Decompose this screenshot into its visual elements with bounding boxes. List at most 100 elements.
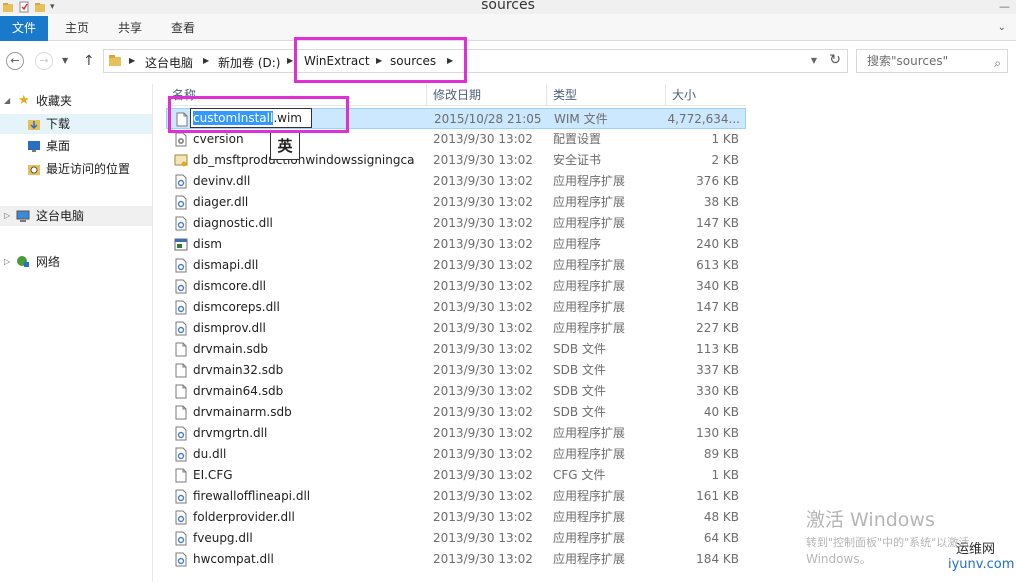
table-row[interactable]: dismcoreps.dll 2013/9/30 13:02 应用程序扩展 147 K… <box>166 297 746 318</box>
file-type: 应用程序扩展 <box>553 300 626 314</box>
tab-view[interactable]: 查看 <box>171 16 195 41</box>
breadcrumb-this-pc[interactable]: 这台电脑 <box>145 54 193 71</box>
rename-input[interactable]: customInstall.wim <box>190 108 312 128</box>
chevron-right-icon[interactable]: ▶ <box>447 56 453 65</box>
sidebar-item-this-pc[interactable]: ▷ 这台电脑 <box>0 206 152 226</box>
file-size: 613 KB <box>696 258 739 272</box>
chevron-right-icon[interactable]: ▶ <box>129 56 135 65</box>
table-row[interactable]: drvmain64.sdb 2013/9/30 13:02 SDB 文件 330 KB <box>166 381 746 402</box>
table-row[interactable]: hwcompat.dll 2013/9/30 13:02 应用程序扩展 184 KB <box>166 549 746 570</box>
file-name: drvmain.sdb <box>193 342 268 356</box>
file-size: 330 KB <box>696 384 739 398</box>
table-row[interactable]: EI.CFG 2013/9/30 13:02 CFG 文件 1 KB <box>166 465 746 486</box>
chevron-right-icon[interactable]: ▶ <box>287 56 293 65</box>
tab-home[interactable]: 主页 <box>65 16 89 41</box>
file-date: 2013/9/30 13:02 <box>433 195 533 209</box>
table-row[interactable]: drvmainarm.sdb 2013/9/30 13:02 SDB 文件 40 KB <box>166 402 746 423</box>
file-size: 64 KB <box>703 531 739 545</box>
up-arrow-icon[interactable]: ↑ <box>83 53 95 69</box>
table-row[interactable]: dismapi.dll 2013/9/30 13:02 应用程序扩展 613 KB <box>166 255 746 276</box>
tab-file[interactable]: 文件 <box>0 16 48 41</box>
recent-locations-icon[interactable]: ▼ <box>62 56 68 65</box>
file-date: 2013/9/30 13:02 <box>433 342 533 356</box>
download-folder-icon <box>28 120 40 130</box>
back-button[interactable]: ← <box>6 52 24 70</box>
file-size: 161 KB <box>696 489 739 503</box>
navigation-bar: ← → ▼ ↑ ▶ 这台电脑 ▶ 新加卷 (D:) ▶ WinExtract ▶… <box>0 42 1016 80</box>
minimize-icon[interactable]: — <box>999 0 1010 13</box>
tab-share[interactable]: 共享 <box>118 16 142 41</box>
sidebar-label: 下载 <box>46 117 71 131</box>
expand-arrow-icon[interactable]: ◢ <box>4 91 10 111</box>
file-name: firewallofflineapi.dll <box>193 489 311 503</box>
file-type: 应用程序扩展 <box>553 258 626 272</box>
dll-icon <box>174 510 188 525</box>
chevron-right-icon[interactable]: ▶ <box>376 56 382 65</box>
chevron-down-icon[interactable]: ▼ <box>811 56 817 65</box>
table-row[interactable]: dismcore.dll 2013/9/30 13:02 应用程序扩展 340 KB <box>166 276 746 297</box>
table-row[interactable]: dismprov.dll 2013/9/30 13:02 应用程序扩展 227 KB <box>166 318 746 339</box>
sidebar-label: 这台电脑 <box>36 209 85 223</box>
sidebar-item-downloads[interactable]: 下载 <box>0 114 152 134</box>
file-name: dismapi.dll <box>193 258 259 272</box>
file-size: 227 KB <box>696 321 739 335</box>
column-header-type[interactable]: 类型 <box>546 84 665 106</box>
window-controls: — <box>999 0 1010 13</box>
expand-ribbon-icon[interactable]: ⌄ <box>998 22 1006 33</box>
file-size: 4,772,634... <box>667 112 740 126</box>
breadcrumb-drive-d[interactable]: 新加卷 (D:) <box>218 54 280 71</box>
table-row[interactable]: cversion 2013/9/30 13:02 配置设置 1 KB <box>166 129 746 150</box>
settings-file-icon <box>174 132 188 147</box>
blank-file-icon <box>175 112 189 127</box>
file-size: 89 KB <box>703 447 739 461</box>
table-row[interactable]: diager.dll 2013/9/30 13:02 应用程序扩展 38 KB <box>166 192 746 213</box>
forward-arrow-icon: → <box>39 54 49 67</box>
blank-file-icon <box>174 468 188 483</box>
file-size: 147 KB <box>696 216 739 230</box>
column-header-size[interactable]: 大小 <box>665 84 746 106</box>
sidebar-item-recent[interactable]: 最近访问的位置 <box>0 159 152 179</box>
search-input[interactable]: 搜索"sources" ⌕ <box>856 49 1008 73</box>
table-row[interactable]: folderprovider.dll 2013/9/30 13:02 应用程序扩展 4… <box>166 507 746 528</box>
table-row[interactable]: devinv.dll 2013/9/30 13:02 应用程序扩展 376 KB <box>166 171 746 192</box>
table-row[interactable]: drvmain32.sdb 2013/9/30 13:02 SDB 文件 337 KB <box>166 360 746 381</box>
breadcrumb-sources[interactable]: sources <box>390 54 436 68</box>
chevron-right-icon[interactable]: ▶ <box>203 56 209 65</box>
dll-icon <box>174 216 188 231</box>
logo-text: 运维网 <box>956 542 996 557</box>
file-name: dism <box>193 237 222 251</box>
table-row[interactable]: db_msftproductionwindowssigningca 2013/9/… <box>166 150 746 171</box>
column-header-name[interactable]: 名称 <box>166 84 426 106</box>
address-bar[interactable]: ▶ 这台电脑 ▶ 新加卷 (D:) ▶ WinExtract ▶ sources… <box>103 49 848 73</box>
refresh-icon[interactable]: ↻ <box>829 52 841 68</box>
table-row[interactable]: diagnostic.dll 2013/9/30 13:02 应用程序扩展 147 K… <box>166 213 746 234</box>
navigation-pane: ◢ ★ 收藏夹 下载 桌面 最近访问的位置 ▷ 这台电脑 ▷ 网络 <box>0 84 152 582</box>
table-row[interactable]: du.dll 2013/9/30 13:02 应用程序扩展 89 KB <box>166 444 746 465</box>
sidebar-item-desktop[interactable]: 桌面 <box>0 136 152 156</box>
expand-arrow-icon[interactable]: ▷ <box>4 252 10 272</box>
table-row[interactable]: dism 2013/9/30 13:02 应用程序 240 KB <box>166 234 746 255</box>
search-icon[interactable]: ⌕ <box>994 52 1001 74</box>
column-header-date[interactable]: 修改日期 <box>426 84 546 106</box>
table-row[interactable]: drvmain.sdb 2013/9/30 13:02 SDB 文件 113 KB <box>166 339 746 360</box>
sidebar-item-network[interactable]: ▷ 网络 <box>0 252 152 272</box>
file-type: 应用程序扩展 <box>553 510 626 524</box>
file-name: fveupg.dll <box>193 531 253 545</box>
breadcrumb-winextract[interactable]: WinExtract <box>304 54 370 68</box>
table-row[interactable]: firewallofflineapi.dll 2013/9/30 13:02 应用程… <box>166 486 746 507</box>
expand-arrow-icon[interactable]: ▷ <box>4 206 10 226</box>
pane-splitter[interactable] <box>152 84 153 582</box>
application-icon <box>174 237 188 252</box>
sidebar-item-favorites[interactable]: ◢ ★ 收藏夹 <box>0 91 152 111</box>
dll-icon <box>174 531 188 546</box>
table-row[interactable]: fveupg.dll 2013/9/30 13:02 应用程序扩展 64 KB <box>166 528 746 549</box>
forward-button[interactable]: → <box>35 52 53 70</box>
ribbon: 文件 主页 共享 查看 ⌄ <box>0 14 1016 41</box>
file-date: 2013/9/30 13:02 <box>433 153 533 167</box>
rename-extension: .wim <box>273 111 302 125</box>
file-date: 2013/9/30 13:02 <box>433 132 533 146</box>
file-date: 2013/9/30 13:02 <box>433 552 533 566</box>
file-type: 配置设置 <box>553 132 602 146</box>
table-row[interactable]: drvmgrtn.dll 2013/9/30 13:02 应用程序扩展 130 KB <box>166 423 746 444</box>
file-name: drvmainarm.sdb <box>193 405 292 419</box>
